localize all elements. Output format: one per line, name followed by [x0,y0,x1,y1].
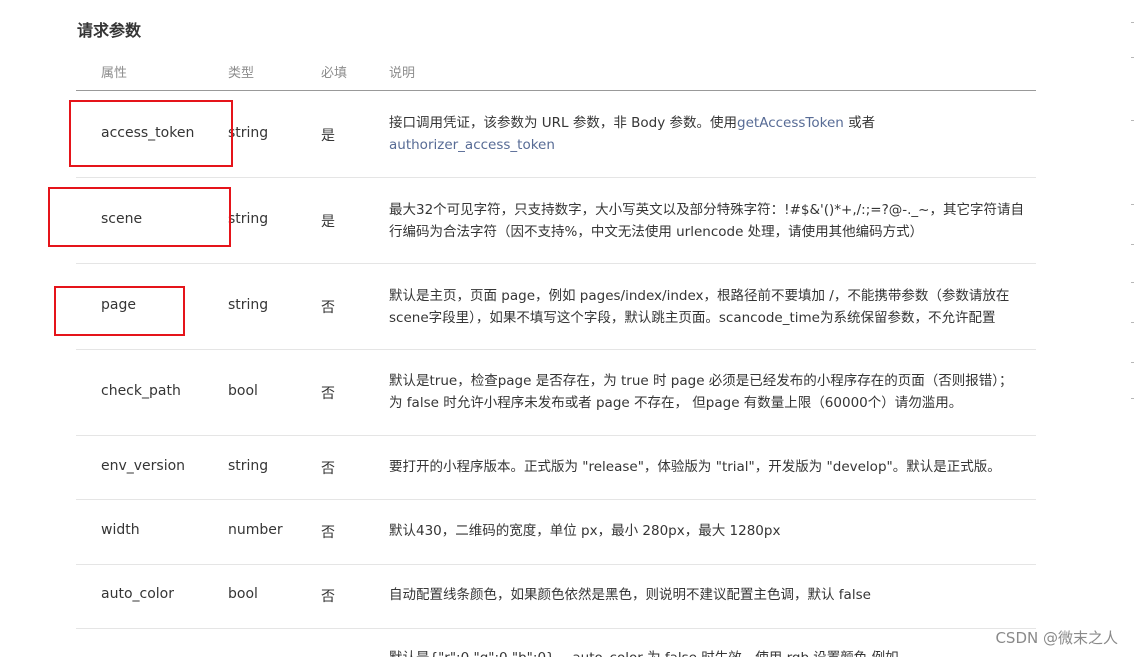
watermark: CSDN @微末之人 [995,629,1118,647]
desc-text: 或者 [843,115,876,131]
param-required: 否 [321,589,335,605]
col-header-type: 类型 [228,66,255,81]
desc-line: 为 false 时允许小程序未发布或者 page 不存在， 但page 有数量上… [389,395,963,411]
highlight-box-scene [48,187,231,247]
param-type: bool [228,586,258,602]
table-row: 默认是{"r":0,"g":0,"b":0} ，auto_color 为 fal… [76,629,1036,657]
desc-text: 接口调用凭证，该参数为 URL 参数，非 Body 参数。使用 [389,115,738,131]
param-desc: 默认430，二维码的宽度，单位 px，最小 280px，最大 1280px [389,523,781,539]
param-type: string [228,458,269,474]
param-desc: 最大32个可见字符，只支持数字，大小写英文以及部分特殊字符：!#$&'()*+,… [389,199,1039,243]
table-header: 属性 类型 必填 说明 [76,50,1036,91]
table-row: check_path bool 否 默认是true，检查page 是否存在，为 … [76,350,1036,436]
param-desc: 默认是主页，页面 page，例如 pages/index/index，根路径前不… [389,285,1039,329]
highlight-box-access-token [69,100,233,167]
desc-line: 行编码为合法字符（因不支持%，中文无法使用 urlencode 处理，请使用其他… [389,224,924,240]
get-access-token-link[interactable]: getAccessToken [737,115,844,131]
desc-line: 最大32个可见字符，只支持数字，大小写英文以及部分特殊字符：!#$&'()*+,… [389,202,1024,218]
page: 请求参数 属性 类型 必填 说明 access_token string 是 接… [0,0,1134,657]
param-type: number [228,522,283,538]
col-header-name: 属性 [101,66,128,81]
table-row: auto_color bool 否 自动配置线条颜色，如果颜色依然是黑色，则说明… [76,565,1036,629]
section-title: 请求参数 [77,21,142,40]
highlight-box-page [54,286,185,336]
param-required: 是 [321,128,335,144]
param-required: 否 [321,300,335,316]
desc-line: scene字段里），如果不填写这个字段，默认跳主页面。scancode_time… [389,310,996,326]
param-type: string [228,125,269,141]
param-name: auto_color [101,586,174,602]
col-header-desc: 说明 [389,66,416,81]
param-desc: 接口调用凭证，该参数为 URL 参数，非 Body 参数。使用getAccess… [389,112,1039,156]
param-required: 是 [321,214,335,230]
param-desc: 自动配置线条颜色，如果颜色依然是黑色，则说明不建议配置主色调，默认 false [389,587,871,603]
param-desc: 默认是true，检查page 是否存在，为 true 时 page 必须是已经发… [389,370,1039,414]
col-header-required: 必填 [321,66,348,81]
authorizer-access-token-link[interactable]: authorizer_access_token [389,137,555,153]
param-name: width [101,522,140,538]
param-name: env_version [101,458,186,474]
param-type: bool [228,383,258,399]
param-desc: 要打开的小程序版本。正式版为 "release"，体验版为 "trial"，开发… [389,459,1001,475]
param-required: 否 [321,386,335,402]
desc-line: 默认是true，检查page 是否存在，为 true 时 page 必须是已经发… [389,373,1013,389]
param-type: string [228,297,269,313]
param-desc: 默认是{"r":0,"g":0,"b":0} ，auto_color 为 fal… [389,647,1039,657]
desc-line: 默认是主页，页面 page，例如 pages/index/index，根路径前不… [389,288,1010,304]
table-row: width number 否 默认430，二维码的宽度，单位 px，最小 280… [76,500,1036,565]
table-row: env_version string 否 要打开的小程序版本。正式版为 "rel… [76,436,1036,500]
param-required: 否 [321,461,335,477]
param-required: 否 [321,525,335,541]
param-name: check_path [101,383,181,399]
table-row: page string 否 默认是主页，页面 page，例如 pages/ind… [76,264,1036,350]
param-type: string [228,211,269,227]
